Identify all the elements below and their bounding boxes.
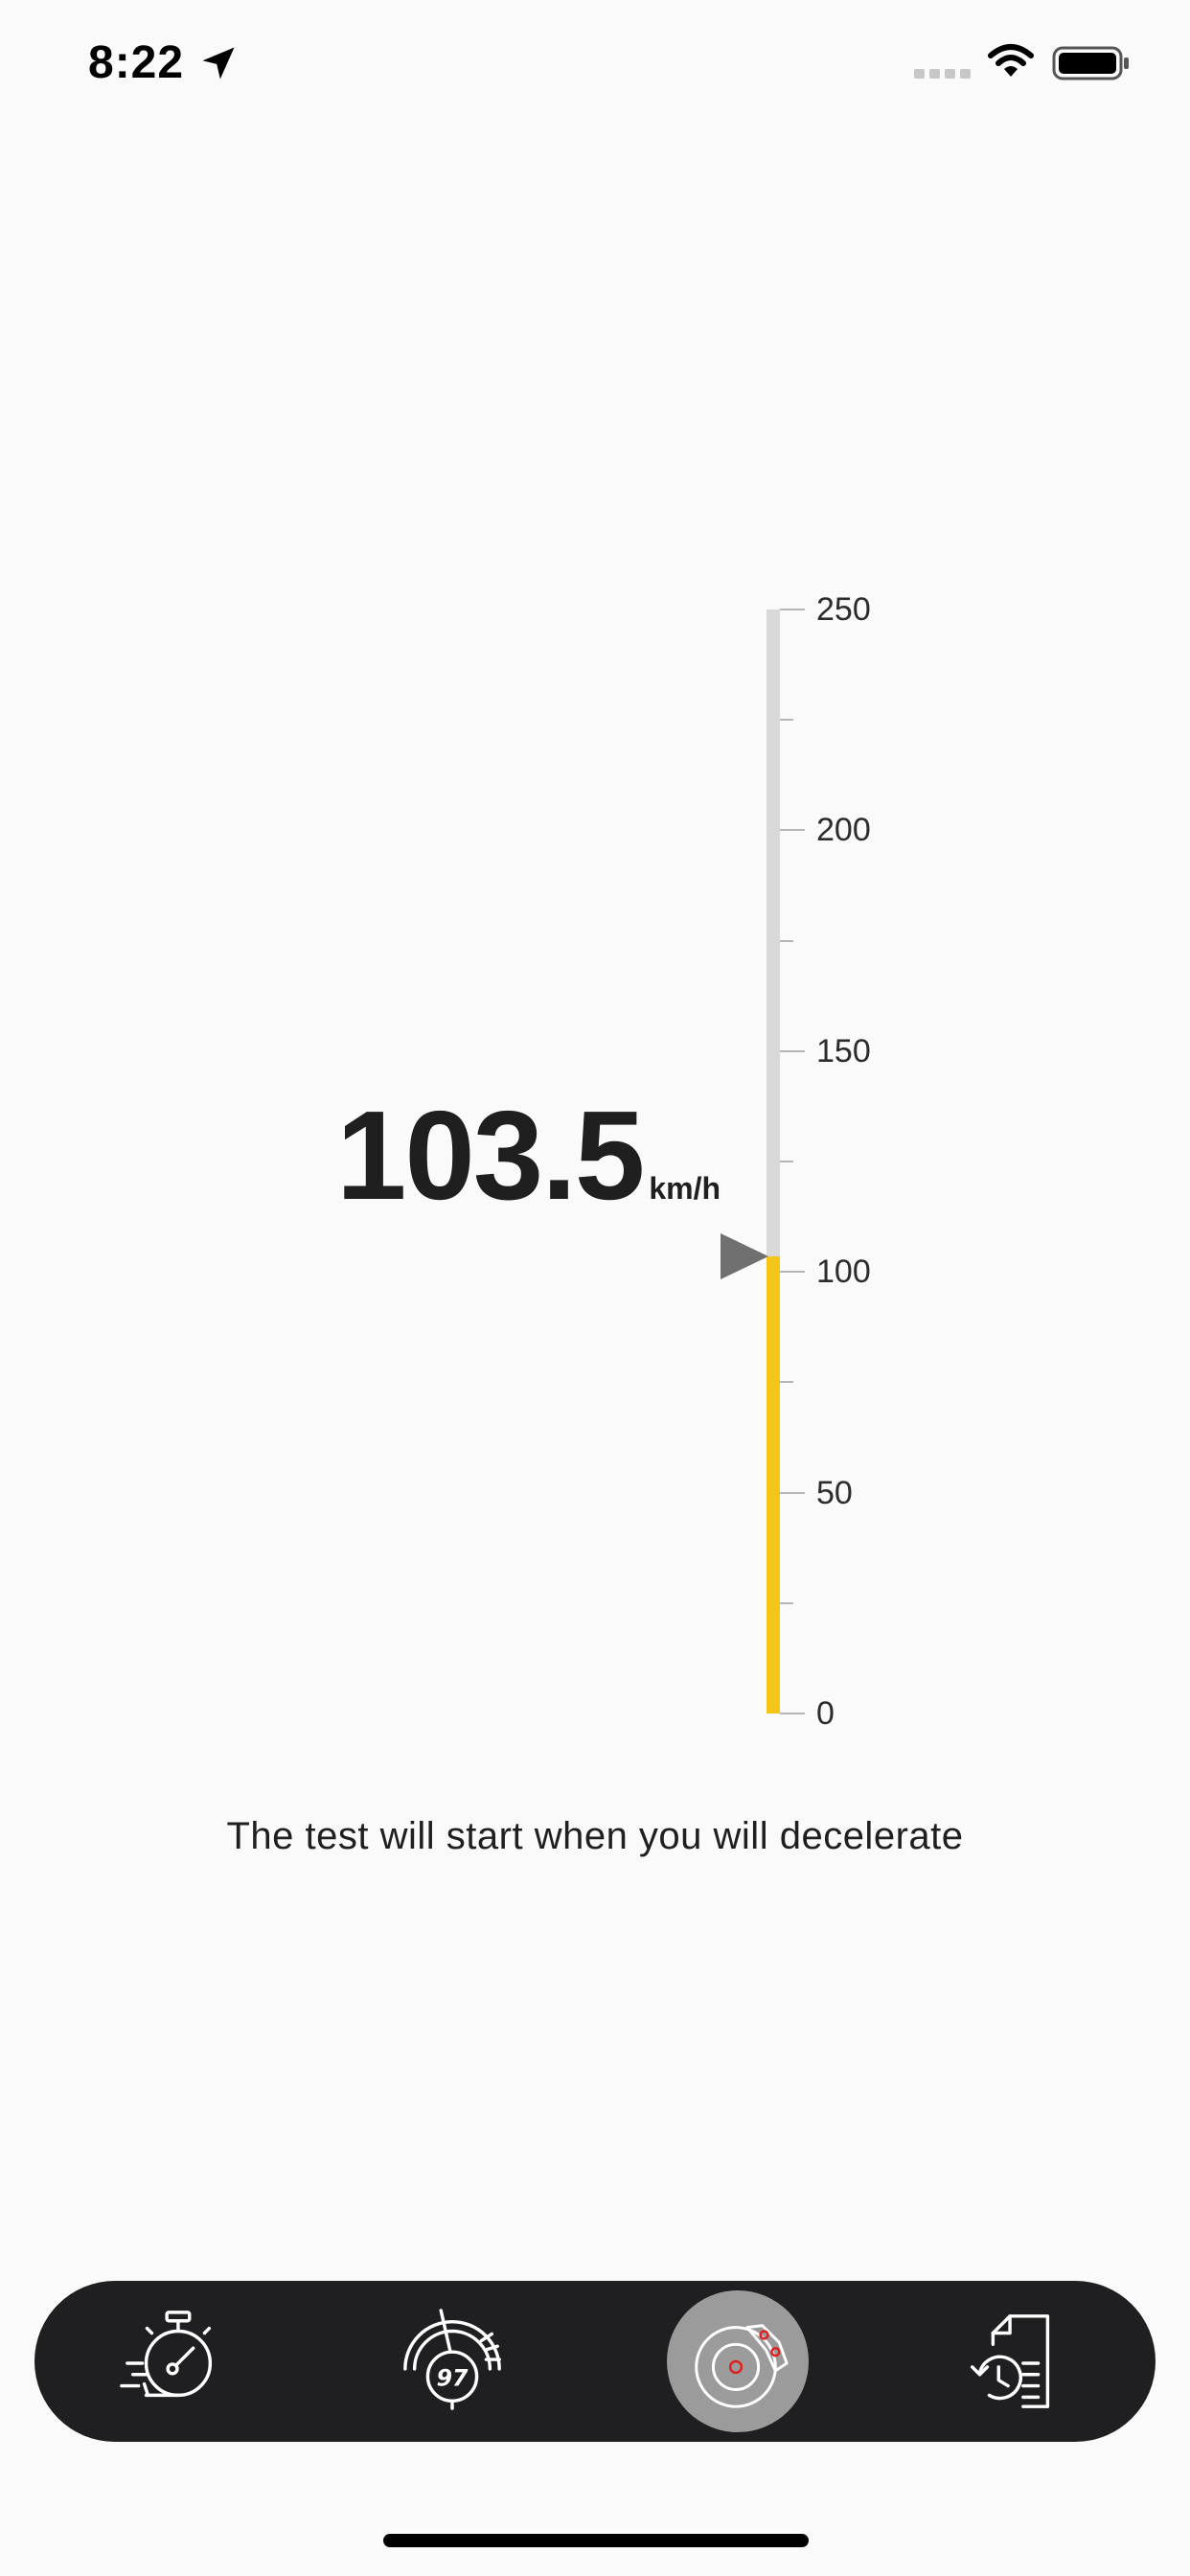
gauge-tick-label: 250: [816, 591, 871, 628]
speedometer-badge: 97: [437, 2365, 469, 2392]
gauge-tick-label: 100: [816, 1254, 871, 1291]
gauge-pointer: [721, 1233, 768, 1280]
gauge-minor-tick: [780, 1601, 793, 1604]
gauge-tick-label: 0: [816, 1695, 835, 1732]
history-document-icon: [971, 2314, 1050, 2408]
gauge-tick-label: 150: [816, 1032, 871, 1070]
gauge-major-tick: [780, 609, 805, 610]
gauge-minor-tick: [780, 1161, 793, 1162]
gauge-tick-label: 50: [816, 1474, 853, 1511]
gauge-fill: [767, 1256, 780, 1714]
brake-disc-icon: [695, 2324, 789, 2408]
instruction-text: The test will start when you will decele…: [226, 1815, 964, 1857]
tab-speedometer[interactable]: 97: [381, 2290, 523, 2432]
speed-gauge: 250 200 150 100 50 0: [0, 0, 1190, 2576]
gauge-tick-label: 200: [816, 812, 871, 849]
gauge-minor-tick: [780, 1381, 793, 1384]
speedometer-icon: 97: [403, 2309, 501, 2410]
tab-bar: 97: [34, 2281, 1156, 2442]
gauge-major-tick: [780, 1049, 805, 1052]
gauge-major-tick: [780, 1491, 805, 1494]
stopwatch-icon: [120, 2311, 213, 2398]
tab-stopwatch[interactable]: [103, 2290, 245, 2432]
gauge-major-tick: [780, 1271, 805, 1274]
gauge-minor-tick: [780, 719, 793, 722]
tab-history[interactable]: [943, 2290, 1085, 2432]
gauge-major-tick: [780, 1713, 805, 1714]
tab-brake-test[interactable]: [667, 2290, 809, 2432]
gauge-major-tick: [780, 829, 805, 832]
gauge-minor-tick: [780, 939, 793, 942]
home-indicator[interactable]: [383, 2534, 809, 2547]
